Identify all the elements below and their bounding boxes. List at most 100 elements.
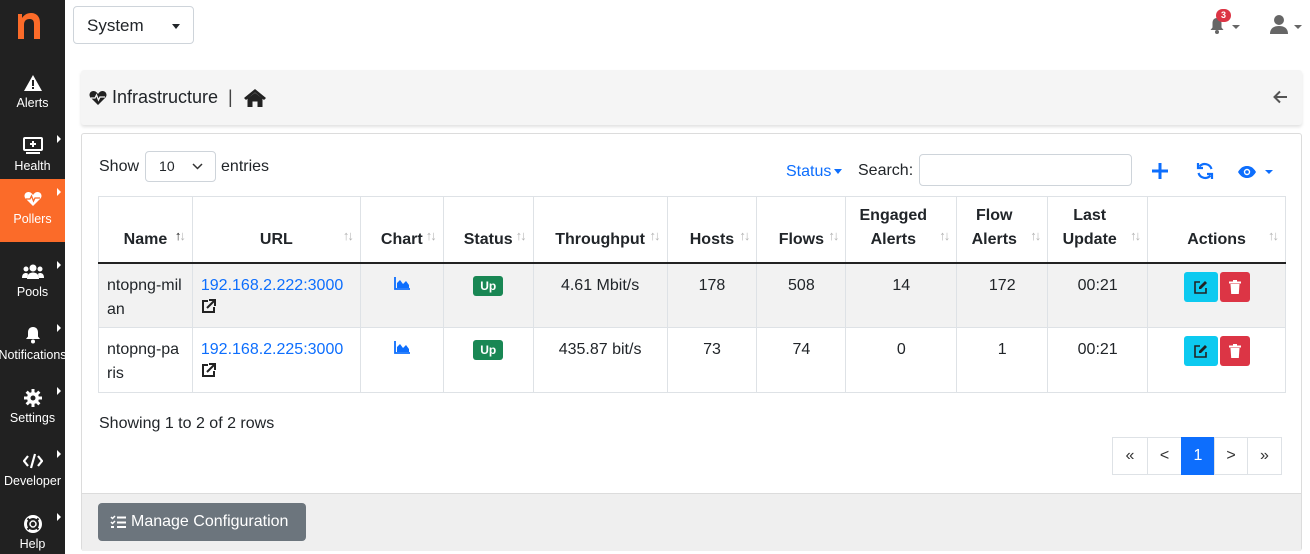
cell-engaged-alerts: 14	[845, 262, 958, 328]
arrow-left-icon[interactable]	[1272, 89, 1288, 105]
poller-url-link[interactable]: 192.168.2.225:3000	[201, 341, 343, 358]
interface-select-value: System	[87, 16, 144, 35]
sort-icon: ↑↓	[1030, 227, 1041, 243]
heart-pulse-icon	[24, 192, 41, 206]
sidebar-item-label: Notifications	[0, 348, 67, 362]
cell-name: ntopng-milan	[98, 262, 193, 328]
sidebar-item-settings[interactable]: Settings	[0, 378, 65, 441]
page-size-select[interactable]: 10	[145, 151, 217, 182]
page-1-button[interactable]: 1	[1181, 437, 1215, 475]
add-icon[interactable]	[1152, 163, 1168, 179]
cell-url: 192.168.2.222:3000	[191, 262, 361, 328]
column-header-last-update[interactable]: Last Update ↑↓	[1047, 196, 1149, 264]
cell-flows: 74	[756, 327, 847, 393]
search-input[interactable]	[919, 154, 1132, 186]
status-badge: Up	[473, 275, 504, 296]
entries-label: entries	[221, 157, 270, 175]
table-header-row: Name ↑↓ URL ↑↓ Chart ↑↓ Status ↑↓ Throughput…	[98, 196, 1286, 264]
eye-icon[interactable]	[1237, 165, 1275, 179]
sort-icon: ↑↓	[939, 227, 950, 243]
sort-icon: ↑↓	[342, 227, 354, 243]
sidebar-item-label: Developer	[4, 474, 61, 488]
manage-configuration-label: Manage Configuration	[131, 513, 289, 530]
caret-right-icon	[57, 261, 61, 269]
caret-right-icon	[57, 450, 61, 458]
sort-icon: ↑↓	[1268, 227, 1279, 243]
gear-icon	[23, 389, 42, 407]
caret-right-icon	[57, 324, 61, 332]
sidebar-item-label: Health	[14, 159, 51, 173]
home-icon[interactable]	[243, 88, 267, 108]
poller-url-link[interactable]: 192.168.2.222:3000	[201, 277, 343, 294]
cell-status: Up	[442, 327, 534, 393]
edit-button[interactable]	[1183, 336, 1218, 366]
sidebar-item-developer[interactable]: Developer	[0, 441, 65, 504]
bell-icon	[25, 327, 40, 344]
user-icon	[1270, 15, 1302, 34]
sort-icon: ↑↓	[739, 227, 750, 243]
sidebar-item-pools[interactable]: Pools	[0, 252, 65, 315]
cell-flows: 508	[756, 262, 847, 328]
column-header-actions[interactable]: Actions ↑↓	[1147, 196, 1286, 264]
warning-icon	[23, 75, 42, 91]
interface-select[interactable]: System	[73, 6, 194, 44]
cell-hosts: 178	[666, 262, 758, 328]
page-prev-button[interactable]: <	[1147, 437, 1182, 475]
sort-icon: ↑↓	[828, 227, 839, 243]
column-header-hosts[interactable]: Hosts ↑↓	[666, 196, 758, 264]
users-icon	[21, 264, 44, 279]
column-header-chart[interactable]: Chart ↑↓	[359, 196, 444, 264]
code-icon	[22, 453, 43, 469]
sort-icon: ↑↓	[649, 227, 661, 243]
edit-icon	[1193, 280, 1207, 294]
sidebar-item-notifications[interactable]: Notifications	[0, 315, 67, 378]
delete-button[interactable]	[1219, 271, 1250, 302]
pollers-table: Name ↑↓ URL ↑↓ Chart ↑↓ Status ↑↓ Throughput…	[98, 196, 1286, 393]
column-header-name[interactable]: Name ↑↓	[98, 196, 193, 264]
user-menu-button[interactable]	[1270, 14, 1304, 36]
column-header-engaged-alerts[interactable]: Engaged Alerts ↑↓	[845, 196, 958, 264]
table-row: ntopng-milan 192.168.2.222:3000 Up 4.61 …	[98, 262, 1286, 328]
breadcrumb-separator: |	[228, 87, 233, 107]
status-badge: Up	[473, 340, 504, 360]
edit-button[interactable]	[1183, 271, 1218, 302]
sort-icon: ↑↓	[515, 227, 527, 243]
manage-configuration-button[interactable]: Manage Configuration	[98, 503, 306, 541]
refresh-icon[interactable]	[1196, 162, 1214, 180]
page-header: Infrastructure |	[81, 70, 1302, 125]
sidebar-item-label: Settings	[9, 411, 56, 425]
edit-icon	[1193, 345, 1207, 358]
sidebar-item-help[interactable]: Help	[0, 504, 65, 554]
column-header-status[interactable]: Status ↑↓	[442, 196, 534, 264]
trash-icon	[1228, 279, 1241, 294]
column-header-flow-alerts[interactable]: Flow Alerts ↑↓	[956, 196, 1049, 264]
cell-url: 192.168.2.225:3000	[191, 327, 361, 393]
external-link-icon[interactable]	[201, 298, 216, 314]
sidebar-item-pollers[interactable]: Pollers	[0, 179, 65, 242]
ntopng-logo[interactable]	[15, 10, 43, 40]
page-last-button[interactable]: »	[1247, 437, 1282, 475]
delete-button[interactable]	[1219, 336, 1250, 366]
sort-icon: ↑↓	[425, 227, 437, 243]
pagination: « < 1 > »	[1112, 437, 1282, 475]
sidebar-item-label: Help	[19, 537, 46, 551]
sidebar-item-alerts[interactable]: Alerts	[0, 63, 65, 126]
list-check-icon	[110, 515, 126, 528]
area-chart-icon[interactable]	[393, 341, 410, 354]
heart-pulse-icon	[89, 90, 107, 105]
caret-right-icon	[57, 188, 61, 196]
page-title: Infrastructure	[112, 87, 219, 107]
external-link-icon[interactable]	[201, 363, 216, 378]
area-chart-icon[interactable]	[393, 276, 410, 290]
page-next-button[interactable]: >	[1214, 437, 1248, 475]
caret-down-icon	[834, 169, 843, 175]
page-first-button[interactable]: «	[1112, 437, 1148, 475]
breadcrumb: Infrastructure |	[89, 87, 267, 108]
monitor-plus-icon	[22, 137, 43, 154]
column-header-throughput[interactable]: Throughput ↑↓	[532, 196, 668, 264]
column-header-url[interactable]: URL ↑↓	[191, 196, 361, 264]
status-filter-dropdown[interactable]: Status	[786, 163, 843, 181]
search-label: Search:	[858, 162, 914, 179]
column-header-flows[interactable]: Flows ↑↓	[756, 196, 847, 264]
table-info: Showing 1 to 2 of 2 rows	[99, 415, 275, 432]
